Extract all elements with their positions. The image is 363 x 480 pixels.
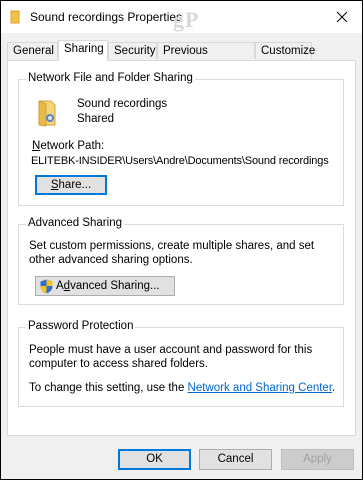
network-path-label-rest: etwork Path: [40, 140, 105, 152]
tab-strip: General Sharing Security Previous Versio… [7, 40, 357, 74]
ok-button[interactable]: OK [118, 449, 191, 470]
sharing-tab-panel: Network File and Folder Sharing Sound re… [7, 60, 356, 436]
tab-general[interactable]: General [7, 42, 58, 59]
shared-folder-icon [38, 100, 56, 127]
advanced-sharing-button[interactable]: Advanced Sharing... [35, 276, 175, 296]
network-sharing-label: Network File and Folder Sharing [26, 72, 195, 84]
network-path-value[interactable]: ELITEBK-INSIDER\Users\Andre\Documents\So… [31, 155, 329, 167]
advanced-sharing-group: Advanced Sharing Set custom permissions,… [18, 217, 344, 305]
network-path-label: Network Path: [32, 140, 104, 152]
password-description: People must have a user account and pass… [29, 344, 313, 370]
folder-icon [10, 10, 20, 24]
advanced-sharing-label: Advanced Sharing [26, 217, 124, 229]
cancel-button[interactable]: Cancel [199, 449, 272, 470]
password-protection-label: Password Protection [26, 320, 136, 332]
advanced-post: vanced Sharing... [70, 280, 160, 292]
advanced-pre: A [56, 280, 64, 292]
share-status: Shared [77, 113, 115, 125]
change-setting-prefix: To change this setting, use the [29, 382, 188, 394]
close-icon [336, 11, 348, 23]
tab-previous-versions[interactable]: Previous Versions [157, 42, 255, 74]
tab-customize[interactable]: Customize [255, 42, 315, 59]
apply-button[interactable]: Apply [281, 449, 354, 470]
title-bar[interactable]: Sound recordings Properties gP [1, 1, 362, 33]
change-setting-suffix: . [332, 382, 336, 394]
tab-security[interactable]: Security [108, 42, 157, 59]
password-protection-group: Password Protection People must have a u… [18, 320, 344, 407]
advanced-sharing-description: Set custom permissions, create multiple … [29, 240, 315, 266]
tab-sharing[interactable]: Sharing [58, 40, 108, 61]
uac-shield-icon [40, 279, 53, 294]
watermark-logo: gP [173, 7, 200, 32]
close-button[interactable] [332, 7, 352, 27]
share-accel: S [50, 179, 59, 191]
share-button[interactable]: Share... [35, 175, 107, 195]
network-sharing-group: Network File and Folder Sharing Sound re… [18, 72, 344, 206]
network-sharing-center-link[interactable]: Network and Sharing Center [188, 382, 332, 394]
folder-name: Sound recordings [77, 98, 168, 110]
change-setting-text: To change this setting, use the Network … [29, 382, 335, 394]
properties-dialog: Sound recordings Properties gP General S… [1, 1, 362, 479]
window-title: Sound recordings Properties [30, 10, 183, 24]
share-label-rest: hare... [58, 179, 92, 191]
